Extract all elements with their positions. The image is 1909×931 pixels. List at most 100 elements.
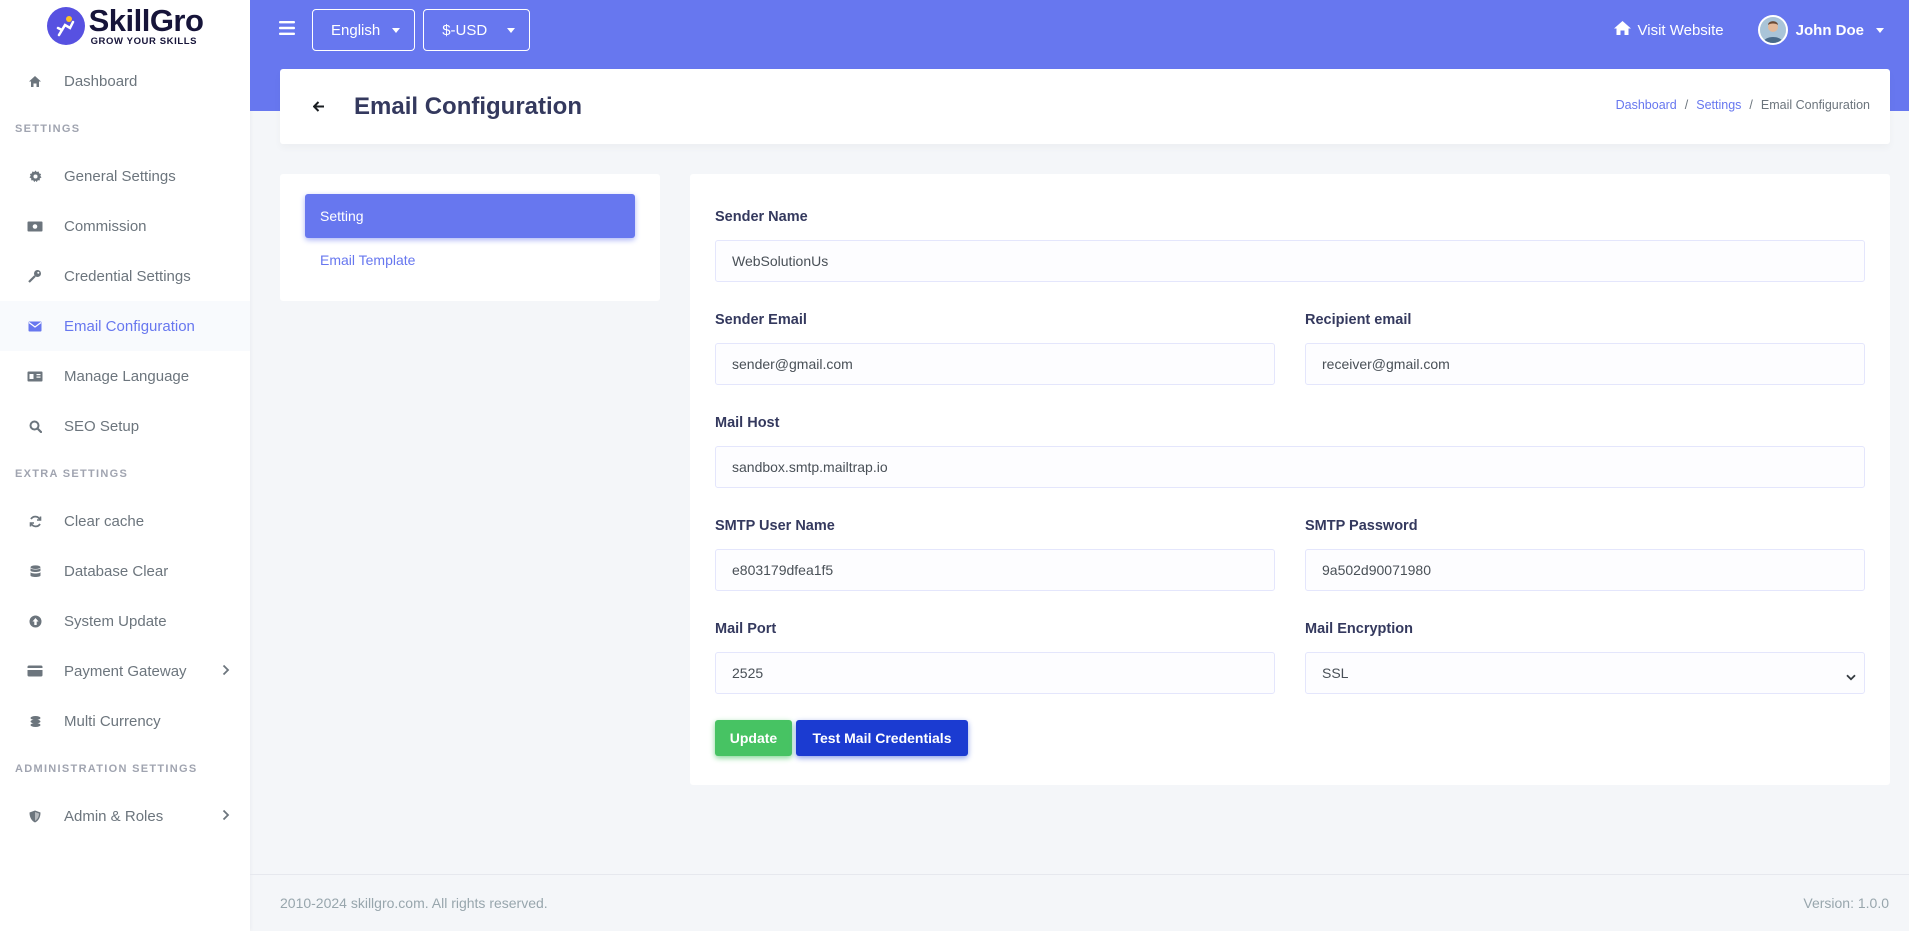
search-icon: [26, 417, 44, 435]
language-icon: [26, 367, 44, 385]
key-icon: [26, 267, 44, 285]
sidebar: SkillGro GROW YOUR SKILLS Dashboard SETT…: [0, 0, 250, 931]
mail-encryption-label: Mail Encryption: [1305, 621, 1413, 637]
footer-version: Version: 1.0.0: [1803, 895, 1889, 911]
currency-dropdown-value: $-USD: [442, 21, 488, 39]
sidebar-item-label: Database Clear: [64, 562, 169, 580]
sidebar-item-label: SEO Setup: [64, 417, 140, 435]
caret-down-icon: [507, 27, 516, 33]
menu-header-administration-settings: ADMINISTRATION SETTINGS: [15, 762, 198, 775]
hamburger-menu-icon[interactable]: [279, 20, 295, 40]
settings-tabs-card: Setting Email Template: [280, 174, 660, 301]
sidebar-item-label: Clear cache: [64, 512, 145, 530]
sender-email-label: Sender Email: [715, 312, 807, 328]
sidebar-item-manage-language[interactable]: Manage Language: [0, 351, 250, 401]
page-title: Email Configuration: [354, 92, 582, 120]
back-arrow-icon[interactable]: [313, 101, 325, 112]
brand-name: SkillGro: [88, 3, 204, 39]
sidebar-item-label: Admin & Roles: [64, 807, 164, 825]
breadcrumb-dashboard[interactable]: Dashboard: [1616, 98, 1677, 112]
sidebar-item-label: General Settings: [64, 167, 176, 185]
update-button[interactable]: Update: [715, 720, 792, 756]
email-config-form: Sender Name WebSolutionUs Sender Email s…: [690, 174, 1890, 785]
gear-icon: [26, 167, 44, 185]
sidebar-item-general-settings[interactable]: General Settings: [0, 151, 250, 201]
sidebar-item-database-clear[interactable]: Database Clear: [0, 546, 250, 596]
mail-encryption-select[interactable]: SSL: [1305, 652, 1865, 694]
avatar: [1757, 15, 1788, 45]
sidebar-item-system-update[interactable]: System Update: [0, 596, 250, 646]
breadcrumb-separator: /: [1749, 98, 1753, 112]
top-navigation: English $-USD Visit Website John Doe: [250, 0, 1909, 60]
sidebar-item-admin-roles[interactable]: Admin & Roles: [0, 791, 250, 841]
smtp-password-label: SMTP Password: [1305, 518, 1418, 534]
mail-port-input[interactable]: 2525: [715, 652, 1275, 694]
sender-name-input[interactable]: WebSolutionUs: [715, 240, 1865, 282]
sidebar-item-multi-currency[interactable]: Multi Currency: [0, 696, 250, 746]
brand-tagline: GROW YOUR SKILLS: [90, 36, 198, 48]
footer: 2010-2024 skillgro.com. All rights reser…: [250, 874, 1909, 931]
sidebar-item-label: Payment Gateway: [64, 662, 187, 680]
language-dropdown-value: English: [331, 21, 381, 39]
sidebar-item-clear-cache[interactable]: Clear cache: [0, 496, 250, 546]
test-mail-credentials-button[interactable]: Test Mail Credentials: [796, 720, 968, 756]
menu-header-extra-settings: EXTRA SETTINGS: [15, 467, 129, 480]
recipient-email-label: Recipient email: [1305, 312, 1412, 328]
breadcrumb-current: Email Configuration: [1760, 98, 1870, 112]
chevron-right-icon: [222, 663, 230, 680]
home-icon: [1613, 20, 1632, 40]
chevron-down-icon: [1846, 668, 1856, 684]
upload-icon: [26, 612, 44, 630]
sidebar-item-label: Email Configuration: [64, 317, 195, 335]
visit-website-label: Visit Website: [1637, 21, 1724, 39]
money-icon: [26, 217, 44, 235]
tab-setting[interactable]: Setting: [305, 194, 635, 238]
caret-down-icon: [392, 27, 401, 33]
chevron-right-icon: [222, 808, 230, 825]
sidebar-item-email-configuration[interactable]: Email Configuration: [0, 301, 250, 351]
menu-header-settings: SETTINGS: [15, 122, 81, 135]
breadcrumb-separator: /: [1684, 98, 1689, 112]
visit-website-link[interactable]: Visit Website: [1613, 20, 1724, 40]
user-menu[interactable]: John Doe: [1757, 15, 1884, 45]
mail-host-label: Mail Host: [715, 415, 780, 431]
breadcrumb: Dashboard / Settings / Email Configurati…: [1616, 98, 1870, 112]
refresh-icon: [26, 512, 44, 530]
mail-host-input[interactable]: sandbox.smtp.mailtrap.io: [715, 446, 1865, 488]
sidebar-item-label: Manage Language: [64, 367, 190, 385]
page-header: Email Configuration Dashboard / Settings…: [280, 69, 1890, 144]
language-dropdown[interactable]: English: [312, 9, 416, 51]
mail-encryption-value: SSL: [1322, 665, 1349, 681]
shield-icon: [26, 807, 44, 825]
caret-down-icon: [1876, 27, 1884, 33]
currency-dropdown[interactable]: $-USD: [423, 9, 531, 51]
sidebar-item-label: Credential Settings: [64, 267, 191, 285]
sidebar-item-credential-settings[interactable]: Credential Settings: [0, 251, 250, 301]
user-name: John Doe: [1795, 21, 1864, 39]
sidebar-item-label: Dashboard: [64, 72, 138, 90]
sidebar-item-seo-setup[interactable]: SEO Setup: [0, 401, 250, 451]
skillgro-logo-icon: [46, 7, 85, 45]
envelope-icon: [26, 317, 44, 335]
credit-card-icon: [26, 662, 44, 680]
footer-copyright: 2010-2024 skillgro.com. All rights reser…: [280, 895, 548, 911]
sidebar-item-label: Multi Currency: [64, 712, 161, 730]
sidebar-item-payment-gateway[interactable]: Payment Gateway: [0, 646, 250, 696]
sidebar-item-label: Commission: [64, 217, 147, 235]
coins-icon: [26, 712, 44, 730]
smtp-user-name-label: SMTP User Name: [715, 518, 835, 534]
database-icon: [26, 562, 44, 580]
breadcrumb-settings[interactable]: Settings: [1696, 98, 1741, 112]
smtp-user-name-input[interactable]: e803179dfea1f5: [715, 549, 1275, 591]
home-icon: [26, 72, 44, 90]
sender-email-input[interactable]: sender@gmail.com: [715, 343, 1275, 385]
sidebar-item-commission[interactable]: Commission: [0, 201, 250, 251]
brand-logo[interactable]: SkillGro GROW YOUR SKILLS: [0, 0, 250, 52]
mail-port-label: Mail Port: [715, 621, 777, 637]
sender-name-label: Sender Name: [715, 209, 808, 225]
sidebar-item-dashboard[interactable]: Dashboard: [0, 56, 250, 106]
sidebar-item-label: System Update: [64, 612, 167, 630]
tab-email-template[interactable]: Email Template: [320, 252, 415, 268]
recipient-email-input[interactable]: receiver@gmail.com: [1305, 343, 1865, 385]
smtp-password-input[interactable]: 9a502d90071980: [1305, 549, 1865, 591]
